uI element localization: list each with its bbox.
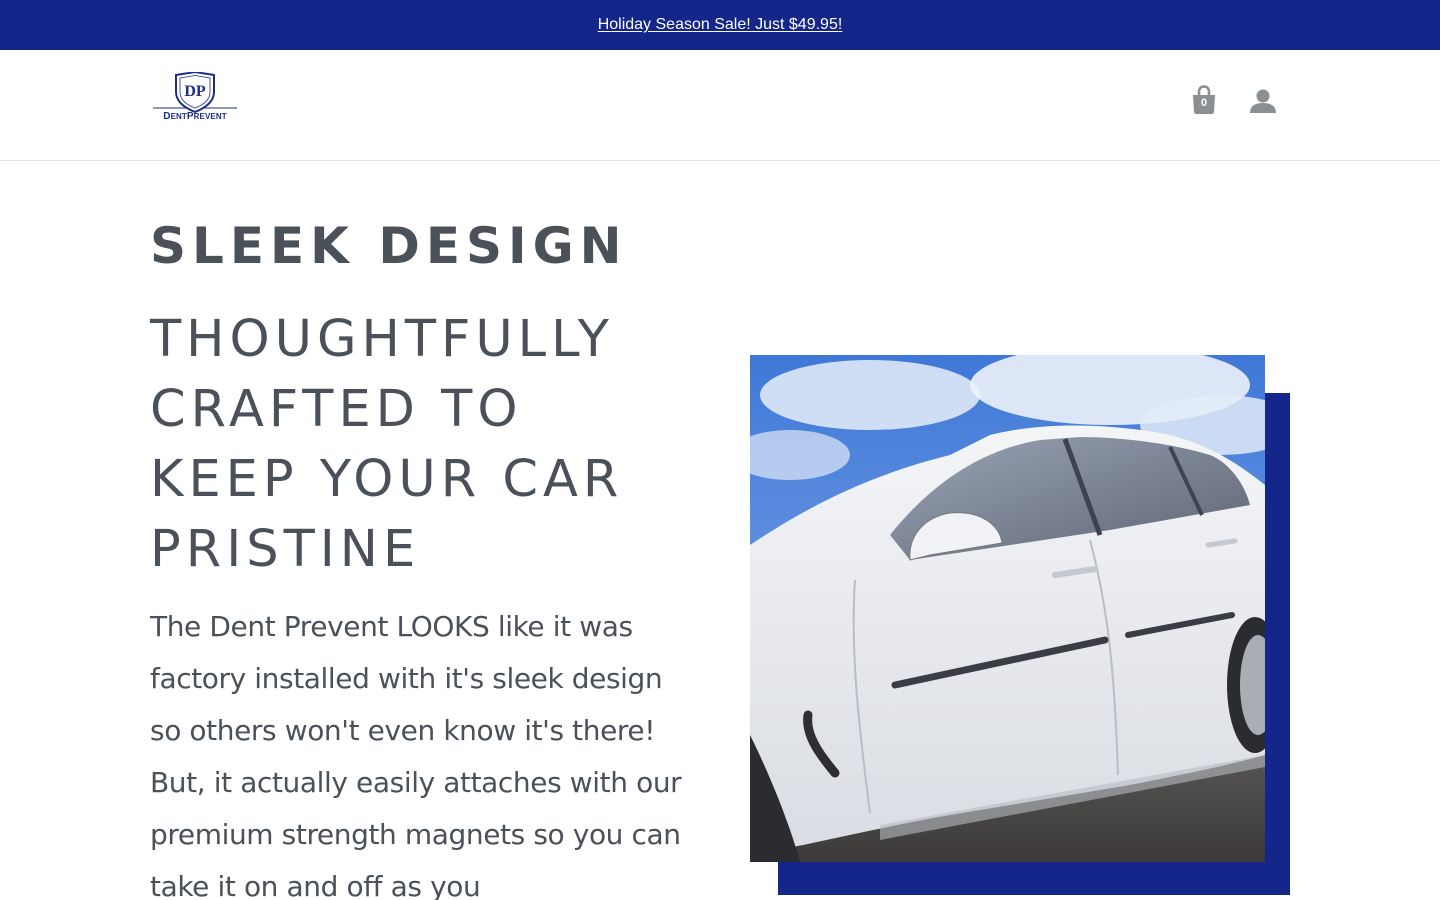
account-button[interactable] xyxy=(1248,88,1278,114)
section-eyebrow: SLEEK DESIGN xyxy=(150,217,628,275)
headline-line: CRAFTED TO xyxy=(150,380,523,439)
product-image-block xyxy=(750,355,1290,895)
section-headline: THOUGHTFULLY CRAFTED TO KEEP YOUR CAR PR… xyxy=(150,305,710,585)
announcement-bar: Holiday Season Sale! Just $49.95! xyxy=(0,0,1440,50)
car-photo-illustration xyxy=(750,355,1265,862)
announcement-link[interactable]: Holiday Season Sale! Just $49.95! xyxy=(598,16,843,34)
headline-line: THOUGHTFULLY xyxy=(150,310,614,369)
headline-line: PRISTINE xyxy=(150,520,421,579)
logo-wordmark: DENTPREVENT xyxy=(163,111,227,122)
user-icon xyxy=(1250,89,1276,113)
svg-text:DP: DP xyxy=(184,83,206,100)
cart-button[interactable]: 0 xyxy=(1191,85,1217,115)
section-body-text: The Dent Prevent LOOKS like it was facto… xyxy=(150,610,682,900)
feature-section: SLEEK DESIGN THOUGHTFULLY CRAFTED TO KEE… xyxy=(0,161,1440,900)
site-header: DP DENTPREVENT 0 xyxy=(0,50,1440,161)
headline-line: KEEP YOUR CAR xyxy=(150,450,624,509)
product-image xyxy=(750,355,1265,862)
site-logo[interactable]: DP DENTPREVENT xyxy=(151,72,239,126)
cart-count-badge: 0 xyxy=(1200,97,1208,109)
